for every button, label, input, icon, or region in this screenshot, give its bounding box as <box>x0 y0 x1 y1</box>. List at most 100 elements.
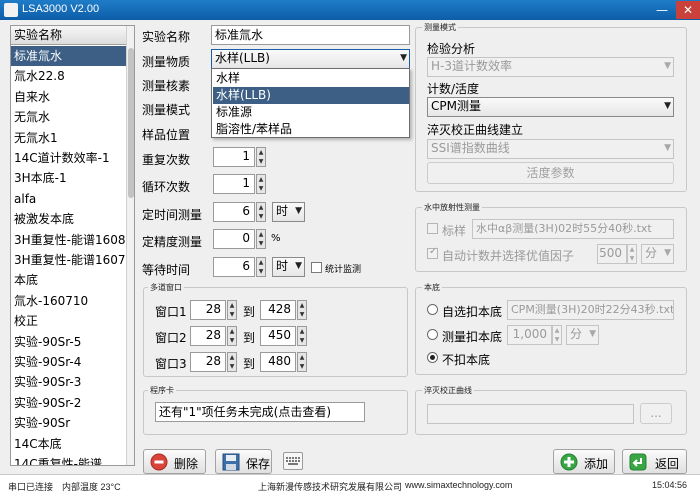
wait-spin-buttons[interactable]: ▲ ▼ <box>256 257 266 277</box>
window-to-input[interactable]: 480 <box>260 352 296 372</box>
substance-select[interactable]: 水样(LLB) ▼ <box>211 49 410 69</box>
window-from-spin-buttons[interactable]: ▲ ▼ <box>227 300 237 320</box>
dropdown-option[interactable]: 标准源 <box>213 104 409 121</box>
save-button[interactable]: 保存 <box>215 449 272 474</box>
auto-background-file[interactable]: CPM测量(3H)20时22分43秒.txt <box>507 300 674 320</box>
list-item[interactable]: 14C本底 <box>11 434 129 454</box>
list-item[interactable]: 无氚水 <box>11 107 129 127</box>
list-item[interactable]: 3H重复性-能谱1608 <box>11 230 129 250</box>
window-from-input[interactable]: 28 <box>190 352 226 372</box>
title-bar: LSA3000 V2.00 — ✕ <box>0 0 700 20</box>
list-item[interactable]: 3H重复性-能谱1607 <box>11 250 129 270</box>
list-item[interactable]: 实验-90Sr-5 <box>11 332 129 352</box>
measure-background-input[interactable]: 1,000 <box>507 325 552 345</box>
wait-input[interactable]: 6 <box>213 257 255 277</box>
list-scrollbar-thumb[interactable] <box>128 48 134 198</box>
auto-factor-spin-buttons[interactable]: ▲ ▼ <box>627 244 637 264</box>
window-to-spin-buttons[interactable]: ▲ ▼ <box>297 326 307 346</box>
window-from-input[interactable]: 28 <box>190 300 226 320</box>
list-item[interactable]: 3H本底-1 <box>11 168 129 188</box>
list-item[interactable]: 实验-90Sr-2 <box>11 393 129 413</box>
list-item[interactable]: alfa <box>11 189 129 209</box>
dropdown-option[interactable]: 水样(LLB) <box>213 87 409 104</box>
analysis-select[interactable]: H-3道计数效率 ▼ <box>427 57 674 77</box>
timed-spin-buttons[interactable]: ▲ ▼ <box>256 202 266 222</box>
window-from-input[interactable]: 28 <box>190 326 226 346</box>
no-background-radio[interactable] <box>427 352 438 363</box>
list-item[interactable]: 实验-90Sr <box>11 413 129 433</box>
list-item[interactable]: 14C道计数效率-1 <box>11 148 129 168</box>
list-item[interactable]: 无氚水1 <box>11 128 129 148</box>
to-label: 到 <box>243 331 256 345</box>
auto-factor-input[interactable]: 500 <box>597 244 627 264</box>
list-item[interactable]: 标准氚水 <box>11 46 129 67</box>
add-label: 添加 <box>584 457 609 471</box>
list-item[interactable]: 实验-90Sr-3 <box>11 372 129 392</box>
standard-checkbox[interactable] <box>427 223 438 234</box>
list-item[interactable]: 氚水22.8 <box>11 66 129 86</box>
serial-status: 串口已连接 <box>8 482 54 492</box>
timed-input[interactable]: 6 <box>213 202 255 222</box>
cycle-input[interactable]: 1 <box>213 174 255 194</box>
standard-file[interactable]: 水中αβ测量(3H)02时55分40秒.txt <box>472 219 674 239</box>
window-from-spin-buttons[interactable]: ▲ ▼ <box>227 326 237 346</box>
measure-background-radio[interactable] <box>427 329 438 340</box>
experiment-name-input[interactable]: 标准氚水 <box>211 25 410 45</box>
experiment-list[interactable]: 实验名称 标准氚水 氚水22.8 自来水 无氚水 无氚水1 14C道计数效率-1 3H本底-… <box>10 25 135 466</box>
list-item[interactable]: 氚水-160710 <box>11 291 129 311</box>
list-item[interactable]: 校正 <box>11 311 129 331</box>
return-icon <box>629 453 647 471</box>
measure-background-unit-select[interactable]: 分 ▼ <box>566 325 599 345</box>
window-from-spin-buttons[interactable]: ▲ ▼ <box>227 352 237 372</box>
measure-background-label: 测量扣本底 <box>442 330 503 344</box>
delete-label: 删除 <box>174 457 199 471</box>
substance-dropdown[interactable]: 水样 水样(LLB) 标准源 脂溶性/苯样品 <box>211 68 410 138</box>
list-item[interactable]: 本底 <box>11 270 129 290</box>
list-item[interactable]: 实验-90Sr-4 <box>11 352 129 372</box>
quench-value: SSI谱指数曲线 <box>431 141 510 155</box>
activity-params-button[interactable]: 活度参数 <box>427 162 674 184</box>
add-icon <box>560 453 578 471</box>
auto-factor-checkbox[interactable]: ✓ <box>427 246 438 259</box>
timed-unit-select[interactable]: 时 ▼ <box>272 202 305 222</box>
dropdown-option[interactable]: 脂溶性/苯样品 <box>213 121 409 138</box>
repeat-label: 重复次数 <box>142 153 191 167</box>
save-icon <box>222 453 240 471</box>
list-item[interactable]: 自来水 <box>11 87 129 107</box>
auto-factor-unit-select[interactable]: 分 ▼ <box>641 244 674 264</box>
quench-curve-browse-button[interactable]: ... <box>640 403 672 424</box>
no-background-label: 不扣本底 <box>442 353 491 367</box>
window-to-input[interactable]: 450 <box>260 326 296 346</box>
minimize-button[interactable]: — <box>650 1 674 19</box>
program-title: 程序卡 <box>148 385 176 396</box>
list-item[interactable]: 14C重复性-能谱 <box>11 454 129 465</box>
repeat-input[interactable]: 1 <box>213 147 255 167</box>
window-to-spin-buttons[interactable]: ▲ ▼ <box>297 300 307 320</box>
wait-unit-select[interactable]: 时 ▼ <box>272 257 305 277</box>
program-message[interactable]: 还有"1"项任务未完成(点击查看) <box>155 402 365 422</box>
multichannel-title: 多道窗口 <box>148 282 184 293</box>
measure-background-spin-buttons[interactable]: ▲ ▼ <box>552 325 562 345</box>
precision-input[interactable]: 0 <box>213 229 255 249</box>
keyboard-icon[interactable] <box>283 452 303 470</box>
monitor-checkbox[interactable] <box>311 262 322 273</box>
repeat-spin-buttons[interactable]: ▲ ▼ <box>256 147 266 167</box>
delete-icon <box>150 453 168 471</box>
cycle-spin-buttons[interactable]: ▲ ▼ <box>256 174 266 194</box>
delete-button[interactable]: 删除 <box>143 449 206 474</box>
chevron-down-icon: ▼ <box>400 53 407 63</box>
close-button[interactable]: ✕ <box>676 1 700 19</box>
window-to-input[interactable]: 428 <box>260 300 296 320</box>
precision-spin-buttons[interactable]: ▲ ▼ <box>256 229 266 249</box>
list-scrollbar[interactable] <box>126 26 134 465</box>
count-select[interactable]: CPM测量 ▼ <box>427 97 674 117</box>
dropdown-option[interactable]: 水样 <box>213 70 409 87</box>
window-to-spin-buttons[interactable]: ▲ ▼ <box>297 352 307 372</box>
add-button[interactable]: 添加 <box>553 449 615 474</box>
auto-background-radio[interactable] <box>427 304 438 315</box>
quench-select[interactable]: SSI谱指数曲线 ▼ <box>427 139 674 159</box>
quench-curve-file[interactable] <box>427 404 634 424</box>
list-item[interactable]: 被激发本底 <box>11 209 129 229</box>
back-button[interactable]: 返回 <box>622 449 687 474</box>
window-label: 窗口2 <box>155 331 187 345</box>
